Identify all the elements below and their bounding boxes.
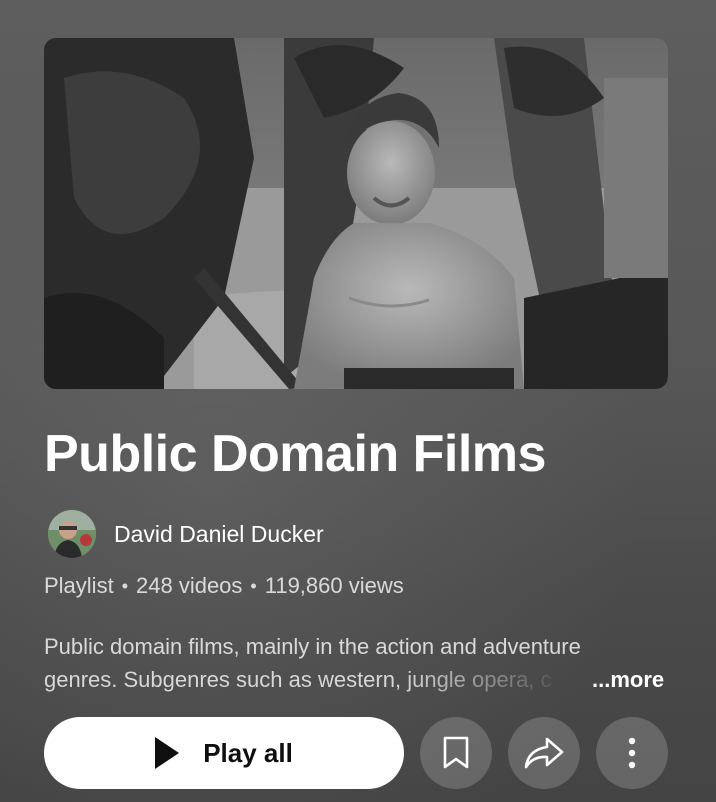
more-actions-button[interactable] (596, 717, 668, 789)
more-link[interactable]: ...more (592, 663, 664, 696)
description-line: Public domain films, mainly in the actio… (44, 634, 581, 659)
view-count: 119,860 views (264, 573, 404, 598)
playlist-type-label: Playlist (44, 573, 114, 598)
save-button[interactable] (420, 717, 492, 789)
meta-separator: • (121, 575, 128, 596)
bookmark-icon (443, 736, 469, 769)
description-text: genres. Subgenres such as western, jungl… (44, 663, 552, 696)
meta-separator: • (250, 575, 257, 596)
video-count: 248 videos (136, 573, 243, 598)
share-button[interactable] (508, 717, 580, 789)
play-all-label: Play all (203, 737, 293, 768)
author-avatar[interactable] (48, 510, 96, 558)
description-line-truncated: genres. Subgenres such as western, jungl… (44, 663, 674, 696)
share-arrow-icon (524, 737, 564, 769)
author-name[interactable]: David Daniel Ducker (114, 521, 324, 548)
author-row[interactable]: David Daniel Ducker (48, 510, 324, 558)
play-icon (155, 737, 180, 769)
playlist-description[interactable]: Public domain films, mainly in the actio… (44, 630, 674, 696)
playlist-meta: Playlist • 248 videos • 119,860 views (44, 573, 404, 599)
play-all-button[interactable]: Play all (44, 717, 404, 789)
thumbnail-image (44, 38, 668, 389)
vertical-dots-icon (628, 737, 636, 769)
playlist-thumbnail[interactable] (44, 38, 668, 389)
avatar-image (48, 510, 96, 558)
playlist-title: Public Domain Films (44, 425, 546, 483)
